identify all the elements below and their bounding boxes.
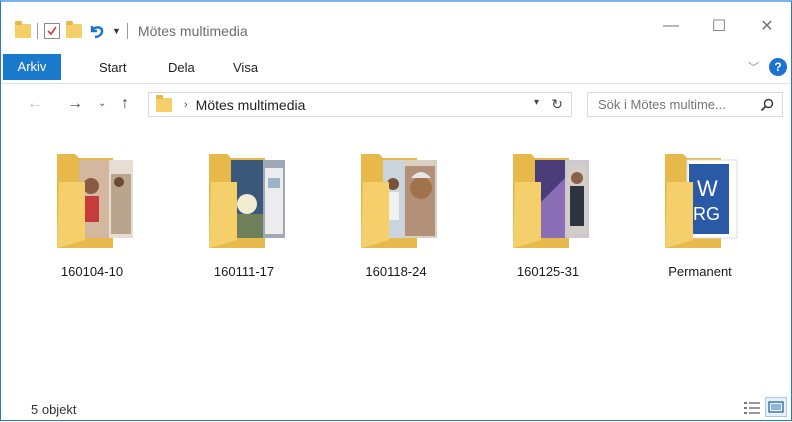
ribbon-right-controls: ﹀ ? <box>748 58 787 76</box>
breadcrumb-separator[interactable]: › <box>184 99 188 111</box>
expand-ribbon-icon[interactable]: ﹀ <box>748 59 759 75</box>
folder-name[interactable]: 160111-17 <box>189 264 299 279</box>
properties-icon[interactable] <box>44 23 60 39</box>
customize-toolbar-icon[interactable]: ▼ <box>112 26 121 36</box>
quick-access-toolbar: ▼ Mötes multimedia <box>15 20 248 42</box>
maximize-button[interactable]: ☐ <box>695 12 743 40</box>
folder-item[interactable]: 160125-31 <box>493 146 603 286</box>
address-dropdown-icon[interactable]: ▾ <box>534 97 539 108</box>
close-button[interactable]: ✕ <box>743 12 791 40</box>
address-folder-icon <box>156 94 172 112</box>
back-arrow-icon[interactable]: ← <box>27 95 43 113</box>
folder-name[interactable]: 160125-31 <box>493 264 603 279</box>
window-controls: — ☐ ✕ <box>647 12 791 40</box>
tab-dela[interactable]: Dela <box>158 55 205 81</box>
toolbar-divider <box>37 23 38 39</box>
undo-icon[interactable] <box>88 22 106 40</box>
forward-arrow-icon[interactable]: → <box>67 95 83 113</box>
tab-arkiv[interactable]: Arkiv <box>3 54 61 80</box>
explorer-window: ▼ Mötes multimedia — ☐ ✕ Arkiv Start Del… <box>0 0 792 421</box>
breadcrumb-current[interactable]: Mötes multimedia <box>196 97 306 113</box>
svg-text:W: W <box>697 176 718 201</box>
folder-jworg-icon: W RG <box>665 154 738 248</box>
folder-photo-icon <box>209 154 285 248</box>
folder-item[interactable]: W RG Permanent <box>645 146 755 286</box>
tab-start[interactable]: Start <box>89 55 136 81</box>
large-icons-view-icon[interactable] <box>765 397 787 417</box>
help-icon[interactable]: ? <box>769 58 787 76</box>
file-list: 160104-10 160111-17 160118-24 160125-31 … <box>1 124 791 392</box>
tab-visa[interactable]: Visa <box>223 55 268 81</box>
minimize-button[interactable]: — <box>647 12 695 40</box>
folder-photo-icon <box>361 154 437 248</box>
folder-name[interactable]: 160104-10 <box>37 264 147 279</box>
folder-photo-icon <box>513 154 589 248</box>
folder-name[interactable]: 160118-24 <box>341 264 451 279</box>
folder-icon[interactable] <box>15 21 31 38</box>
up-arrow-icon[interactable]: ↑ <box>121 95 129 113</box>
search-icon[interactable] <box>760 98 774 112</box>
title-divider <box>126 23 128 39</box>
item-count: 5 objekt <box>31 402 77 417</box>
title-bar: ▼ Mötes multimedia — ☐ ✕ <box>1 2 791 52</box>
new-folder-icon[interactable] <box>66 21 82 38</box>
search-box <box>587 92 783 117</box>
folder-name[interactable]: Permanent <box>645 264 755 279</box>
recent-locations-icon[interactable]: ⌄ <box>98 98 106 109</box>
svg-text:RG: RG <box>693 204 720 224</box>
details-view-icon[interactable] <box>743 400 761 416</box>
search-input[interactable] <box>598 97 758 112</box>
refresh-icon[interactable]: ↻ <box>551 96 563 113</box>
folder-item[interactable]: 160104-10 <box>37 146 147 286</box>
folder-item[interactable]: 160118-24 <box>341 146 451 286</box>
address-bar[interactable]: › Mötes multimedia ▾ ↻ <box>148 92 572 117</box>
navigation-bar: ← → ⌄ ↑ › Mötes multimedia ▾ ↻ <box>1 86 791 122</box>
window-title: Mötes multimedia <box>137 23 248 39</box>
status-bar: 5 objekt <box>1 394 791 422</box>
folder-item[interactable]: 160111-17 <box>189 146 299 286</box>
ribbon-tabs: Arkiv Start Dela Visa ﹀ ? <box>1 52 791 84</box>
folder-photo-icon <box>57 154 133 248</box>
